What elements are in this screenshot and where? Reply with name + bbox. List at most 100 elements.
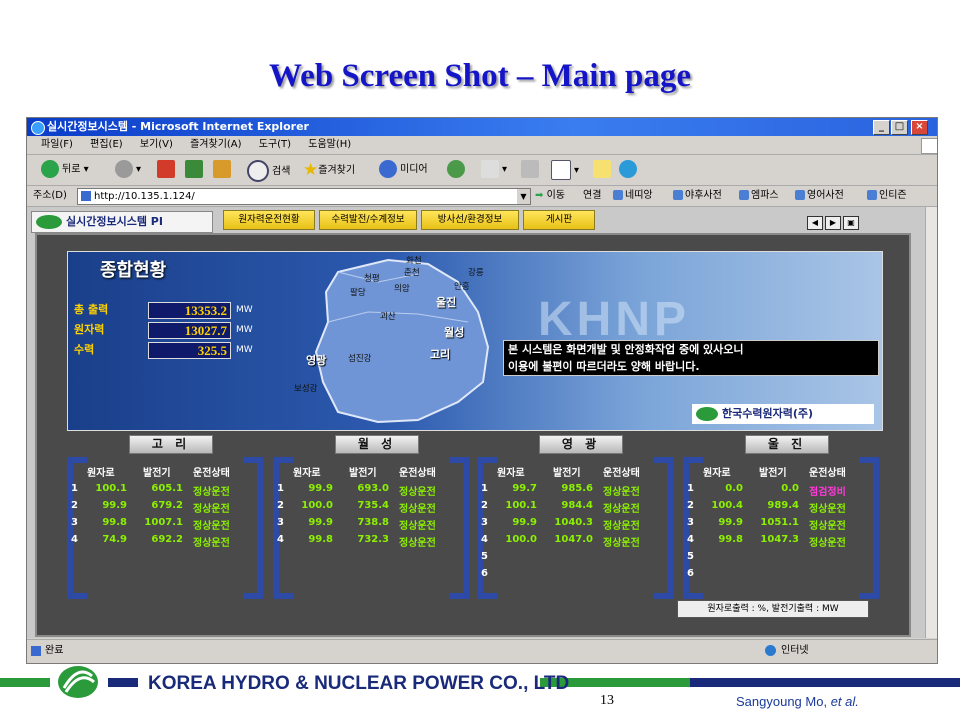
next-icon[interactable]: ▶ <box>825 216 841 230</box>
address-input[interactable]: http://10.135.1.124/ ▼ <box>77 188 531 205</box>
unit-row: 2 99.9 679.2 정상운전 <box>67 500 263 516</box>
operating-status: 정상운전 <box>603 487 640 498</box>
vertical-scrollbar[interactable] <box>925 207 937 638</box>
page-icon <box>81 191 91 201</box>
menu-view[interactable]: 보기(V) <box>140 139 173 150</box>
link-icon <box>795 190 805 200</box>
map-plant-uljin[interactable]: 울진 <box>436 294 456 310</box>
plant-tab-yonggwang[interactable]: 영 광 <box>539 435 623 454</box>
link-label: 인티즌 <box>879 190 907 201</box>
menu-favorites[interactable]: 즐겨찾기(A) <box>190 139 241 150</box>
generator-output: 693.0 <box>357 483 389 494</box>
generator-output: 735.4 <box>357 500 389 511</box>
print-button[interactable] <box>521 160 542 180</box>
go-arrow-icon: ➡ <box>535 190 544 201</box>
slide-title: Web Screen Shot – Main page <box>269 58 691 94</box>
media-button[interactable]: 미디어 <box>379 160 428 180</box>
link-netian[interactable]: 네띠앙 <box>613 186 653 206</box>
corp-logo: 한국수력원자력(주) <box>692 404 874 424</box>
unit-number: 3 <box>481 517 488 528</box>
search-button[interactable]: 검색 <box>247 160 290 182</box>
map-city: 청평 <box>364 274 380 284</box>
browser-window: 실시간정보시스템 - Microsoft Internet Explorer _… <box>26 117 938 664</box>
discuss-button[interactable] <box>593 160 614 180</box>
map-plant-kori[interactable]: 고리 <box>430 346 450 362</box>
page-done-icon <box>31 646 41 656</box>
tab-bulletin[interactable]: 게시판 <box>523 210 595 230</box>
edit-button[interactable]: ▾ <box>551 160 579 180</box>
map-city: 춘천 <box>404 268 420 278</box>
menu-edit[interactable]: 편집(E) <box>90 139 123 150</box>
menu-tools[interactable]: 도구(T) <box>259 139 291 150</box>
link-english-dict[interactable]: 영어사전 <box>795 186 844 206</box>
map-city: 의암 <box>394 284 410 294</box>
menu-help[interactable]: 도움말(H) <box>308 139 351 150</box>
operating-status: 정상운전 <box>809 504 846 515</box>
hydro-output-unit: MW <box>236 345 253 355</box>
go-button[interactable]: ➡ 이동 <box>535 186 565 206</box>
map-plant-wolsong[interactable]: 월성 <box>444 324 464 340</box>
close-button[interactable]: × <box>911 120 928 135</box>
operating-status: 정상운전 <box>809 538 846 549</box>
search-icon <box>247 160 269 182</box>
plant-tab-uljin[interactable]: 울 진 <box>745 435 829 454</box>
maximize-button[interactable]: □ <box>891 120 908 135</box>
plant-table-wolsong: 월 성 원자로 발전기 운전상태 1 99.9 693.0 정상운전 2 100.0 735.4 정상… <box>273 435 469 599</box>
stop-button[interactable] <box>157 160 178 180</box>
plant-tab-wolsong[interactable]: 월 성 <box>335 435 419 454</box>
unit-number: 1 <box>277 483 284 494</box>
tab-hydro-info[interactable]: 수력발전/수계정보 <box>319 210 417 230</box>
refresh-button[interactable] <box>185 160 206 180</box>
unit-row: 5 <box>477 551 673 567</box>
site-logo[interactable]: 실시간정보시스템 PI <box>31 211 213 233</box>
mail-button[interactable]: ▾ <box>481 160 507 180</box>
back-button[interactable]: 뒤로 ▾ <box>41 160 89 180</box>
plant-tab-kori[interactable]: 고 리 <box>129 435 213 454</box>
address-dropdown-icon[interactable]: ▼ <box>517 189 530 204</box>
reactor-output: 74.9 <box>102 534 127 545</box>
operating-status: 정상운전 <box>193 504 230 515</box>
map-city: 보성강 <box>294 384 318 394</box>
operating-status: 정상운전 <box>193 521 230 532</box>
link-yahoo-dict[interactable]: 야후사전 <box>673 186 722 206</box>
operating-status: 정상운전 <box>399 538 436 549</box>
map-city: 팔당 <box>350 288 366 298</box>
favorites-button[interactable]: ★즐겨찾기 <box>303 160 355 180</box>
tab-radiation-env[interactable]: 방사선/환경정보 <box>421 210 519 230</box>
page-number: 13 <box>600 693 614 708</box>
forward-button[interactable]: ▾ <box>115 160 141 180</box>
status-bar: 완료 인터넷 <box>27 639 937 662</box>
menu-file[interactable]: 파일(F) <box>41 139 73 150</box>
unit-number: 4 <box>71 534 78 545</box>
nav-icons: ◀ ▶ ▣ <box>807 210 867 230</box>
unit-row: 1 99.9 693.0 정상운전 <box>273 483 469 499</box>
history-button[interactable] <box>447 160 468 180</box>
refresh-icon <box>185 160 203 178</box>
nuclear-output-label: 원자력 <box>74 323 105 336</box>
generator-output: 985.6 <box>561 483 593 494</box>
link-empas[interactable]: 엠파스 <box>739 186 779 206</box>
unit-number: 2 <box>71 500 78 511</box>
reactor-output: 99.9 <box>102 500 127 511</box>
minimize-button[interactable]: _ <box>873 120 890 135</box>
operating-status: 정상운전 <box>193 487 230 498</box>
operating-status: 정상운전 <box>603 504 640 515</box>
link-intizen[interactable]: 인티즌 <box>867 186 907 206</box>
prev-icon[interactable]: ◀ <box>807 216 823 230</box>
image-icon[interactable]: ▣ <box>843 216 859 230</box>
status-panel: KHNP 종합현황 총 출력 13353.2 MW 원자력 13027.7 MW… <box>35 233 911 637</box>
author-name: Sangyoung Mo, <box>736 694 831 709</box>
footer-company-name: KOREA HYDRO & NUCLEAR POWER CO., LTD <box>148 673 570 694</box>
unit-row: 4 74.9 692.2 정상운전 <box>67 534 263 550</box>
home-button[interactable] <box>213 160 234 180</box>
map-plant-yonggwang[interactable]: 영광 <box>306 352 326 368</box>
unit-row: 6 <box>683 568 879 584</box>
notice-line-1: 본 시스템은 화면개발 및 안정화작업 중에 있사오니 <box>508 343 744 356</box>
reactor-output: 99.9 <box>308 483 333 494</box>
tab-nuclear-status[interactable]: 원자력운전현황 <box>223 210 315 230</box>
generator-output: 984.4 <box>561 500 593 511</box>
column-header: 운전상태 <box>603 468 640 479</box>
reactor-output: 99.7 <box>512 483 537 494</box>
unit-row: 3 99.8 1007.1 정상운전 <box>67 517 263 533</box>
messenger-button[interactable] <box>619 160 640 180</box>
